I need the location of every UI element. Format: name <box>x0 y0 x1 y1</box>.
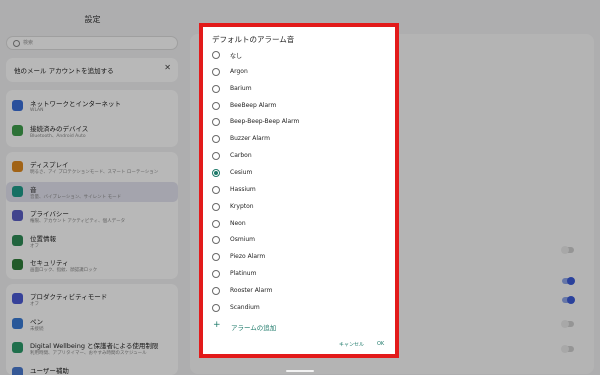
alarm-option[interactable]: Krypton <box>211 200 391 215</box>
alarm-option[interactable]: Neon <box>211 217 391 232</box>
alarm-option[interactable]: Buzzer Alarm <box>211 132 391 147</box>
alarm-option-label: Beep-Beep-Beep Alarm <box>230 118 300 126</box>
alarm-option[interactable]: Rooster Alarm <box>211 284 391 299</box>
radio-button[interactable] <box>212 270 220 279</box>
alarm-option[interactable]: Osmium <box>211 233 391 248</box>
radio-button[interactable] <box>212 51 220 59</box>
alarm-option[interactable]: Piezo Alarm <box>211 250 391 265</box>
alarm-option-label: Rooster Alarm <box>230 286 273 294</box>
alarm-option[interactable]: Barium <box>211 82 391 97</box>
alarm-option-label: Argon <box>230 67 248 75</box>
alarm-option-label: Scandium <box>230 303 260 311</box>
alarm-option-label: Piezo Alarm <box>230 253 266 261</box>
alarm-option-label: Krypton <box>230 202 254 210</box>
alarm-option[interactable]: Hassium <box>211 183 391 198</box>
alarm-option-label: Buzzer Alarm <box>230 135 270 143</box>
radio-button[interactable] <box>212 236 220 245</box>
alarm-option[interactable]: なし <box>211 48 391 63</box>
alarm-option[interactable]: Cesium <box>211 166 391 181</box>
radio-button[interactable] <box>212 84 220 93</box>
alarm-option-label: BeeBeep Alarm <box>230 101 277 109</box>
radio-button[interactable] <box>212 152 220 161</box>
alarm-sound-dialog: デフォルトのアラーム音 なし Argon Barium BeeBeep Alarm Be… <box>199 23 399 358</box>
radio-button[interactable] <box>212 67 220 76</box>
radio-button[interactable] <box>212 168 220 177</box>
radio-button[interactable] <box>212 303 220 312</box>
alarm-option[interactable]: Carbon <box>211 149 391 164</box>
alarm-option-label: なし <box>230 53 243 60</box>
alarm-option-label: Osmium <box>230 236 256 244</box>
alarm-option-label: Platinum <box>230 270 257 278</box>
alarm-option[interactable]: Beep-Beep-Beep Alarm <box>211 115 391 130</box>
radio-button[interactable] <box>212 185 220 194</box>
radio-button[interactable] <box>212 118 220 127</box>
plus-icon: + <box>213 320 221 330</box>
alarm-option-label: Carbon <box>230 152 252 160</box>
alarm-option-label: Cesium <box>230 168 253 176</box>
alarm-option[interactable]: Platinum <box>211 267 391 282</box>
radio-button[interactable] <box>212 253 220 262</box>
radio-button[interactable] <box>212 286 220 295</box>
alarm-option[interactable]: BeeBeep Alarm <box>211 99 391 114</box>
alarm-option[interactable]: Scandium <box>211 301 391 316</box>
cancel-button[interactable]: キャンセル <box>339 341 364 348</box>
alarm-option[interactable]: Argon <box>211 65 391 80</box>
alarm-option-label: Neon <box>230 219 246 227</box>
dialog-title: デフォルトのアラーム音 <box>212 35 295 44</box>
radio-button[interactable] <box>212 135 220 144</box>
add-alarm-label: アラームの追加 <box>231 324 277 332</box>
alarm-option-label: Hassium <box>230 185 256 193</box>
ok-button[interactable]: OK <box>377 341 384 347</box>
radio-button[interactable] <box>212 101 220 110</box>
add-alarm-button[interactable]: + アラームの追加 <box>212 320 332 333</box>
alarm-option-label: Barium <box>230 84 252 92</box>
radio-button[interactable] <box>212 219 220 228</box>
gesture-nav-bar[interactable] <box>286 370 314 372</box>
radio-button[interactable] <box>212 202 220 211</box>
